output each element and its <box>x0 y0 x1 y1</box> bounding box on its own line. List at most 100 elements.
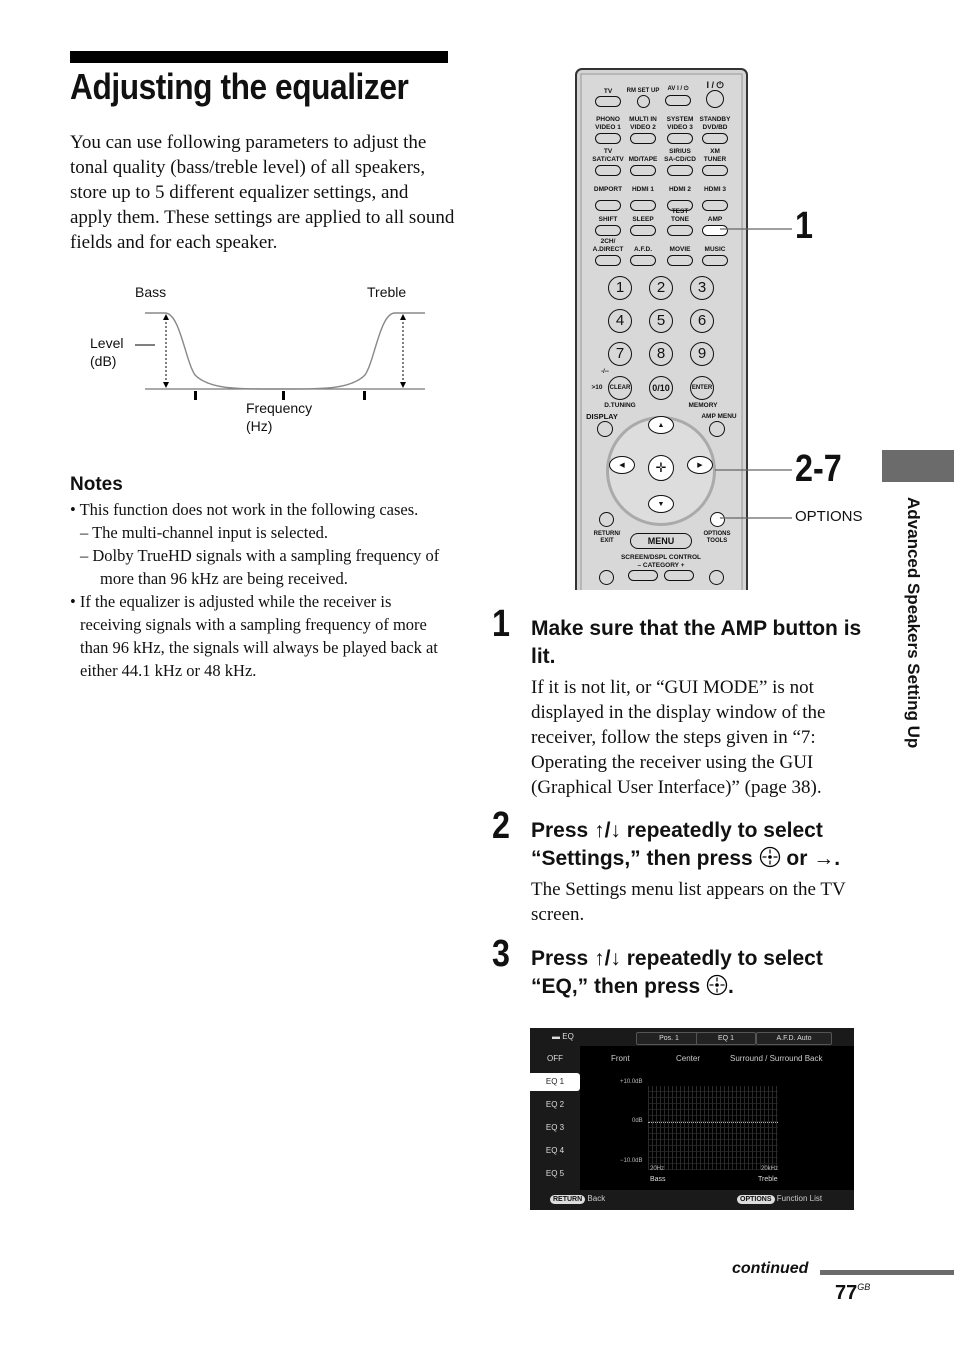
remote-left-button[interactable]: ◀ <box>609 456 635 474</box>
remote-function-button[interactable] <box>595 255 621 266</box>
gui-menu-item[interactable]: EQ 4 <box>530 1142 580 1160</box>
remote-label: TUNER <box>703 156 727 163</box>
callout-steps-2-7: 2-7 <box>795 448 842 490</box>
gui-menu-item[interactable]: EQ 2 <box>530 1096 580 1114</box>
remote-label: VIDEO 2 <box>630 124 656 131</box>
remote-digit-button[interactable]: 4 <box>608 309 632 333</box>
remote-label: A.F.D. <box>633 246 653 253</box>
remote-label: SLEEP <box>632 216 654 223</box>
step-1-heading: Make sure that the AMP button is lit. <box>531 617 862 668</box>
gui-menu-item[interactable]: EQ 3 <box>530 1119 580 1137</box>
notes-list: • This function does not work in the fol… <box>70 498 455 682</box>
remote-function-button[interactable] <box>595 225 621 236</box>
remote-hdmi-button[interactable] <box>630 200 656 211</box>
return-button-icon: RETURN <box>550 1195 586 1204</box>
remote-menu-button[interactable]: MENU <box>630 533 692 549</box>
remote-digit-button[interactable]: 8 <box>649 342 673 366</box>
gui-footer: RETURN Back OPTIONS Function List <box>530 1190 854 1210</box>
gui-col-center[interactable]: Center <box>676 1054 700 1063</box>
remote-input-button[interactable] <box>630 165 656 176</box>
remote-input-button[interactable] <box>595 133 621 144</box>
remote-label: >10 <box>591 384 603 391</box>
step-1-body: If it is not lit, or “GUI MODE” is not d… <box>531 677 826 798</box>
gui-menu-item[interactable]: EQ 5 <box>530 1165 580 1183</box>
gui-tab-position[interactable]: Pos. 1 <box>636 1032 702 1045</box>
remote-input-button[interactable] <box>630 133 656 144</box>
step-3-number: 3 <box>492 933 510 975</box>
step-2-text: . <box>834 847 841 870</box>
remote-enter-center-button[interactable]: ✛ <box>648 455 674 481</box>
gui-treble-label[interactable]: Treble <box>758 1176 778 1183</box>
note-subitem: – The multi-channel input is selected. <box>80 523 329 542</box>
remote-input-button[interactable] <box>595 165 621 176</box>
remote-label: VIDEO 3 <box>667 124 693 131</box>
remote-up-button[interactable]: ▲ <box>648 416 674 434</box>
treble-arrow-up <box>400 314 406 320</box>
step-2-number: 2 <box>492 805 510 847</box>
page-title: Adjusting the equalizer <box>70 66 409 107</box>
remote-label: SAT/CATV <box>592 156 624 163</box>
remote-input-button[interactable] <box>702 165 728 176</box>
remote-input-button[interactable] <box>667 165 693 176</box>
gui-bass-label[interactable]: Bass <box>650 1176 666 1183</box>
remote-clear-button[interactable]: CLEAR <box>608 376 632 400</box>
remote-av-power-button[interactable] <box>665 95 691 106</box>
remote-digit-button[interactable]: 7 <box>608 342 632 366</box>
gui-tab-afd[interactable]: A.F.D. Auto <box>756 1032 832 1045</box>
remote-digit-button[interactable]: 2 <box>649 276 673 300</box>
remote-label: DISPLAY <box>586 412 618 421</box>
remote-hdmi-button[interactable] <box>702 200 728 211</box>
remote-next-button[interactable] <box>708 570 724 585</box>
toolbox-icon: ▬ <box>552 1032 563 1041</box>
eq-gui-screenshot: ▬ EQ Pos. 1 EQ 1 A.F.D. Auto OFF EQ 1 EQ… <box>530 1028 854 1210</box>
remote-prev-button[interactable] <box>598 570 614 585</box>
gui-col-surround[interactable]: Surround / Surround Back <box>730 1054 823 1063</box>
remote-label: HDMI 3 <box>703 186 727 193</box>
remote-category-minus-button[interactable] <box>628 570 658 581</box>
remote-function-button[interactable] <box>667 255 693 266</box>
callout-step-1: 1 <box>795 205 813 247</box>
section-tab-label: Advanced Speakers Setting Up <box>904 497 923 749</box>
callout-lines <box>715 228 792 519</box>
tick-mark <box>282 391 285 400</box>
remote-label: 2CH/ <box>600 238 616 245</box>
remote-label: TV <box>603 148 613 155</box>
remote-label: MULTI IN <box>629 116 657 123</box>
remote-input-button[interactable] <box>702 133 728 144</box>
gui-col-front[interactable]: Front <box>611 1054 630 1063</box>
remote-display-button[interactable] <box>597 421 613 437</box>
gui-tab-eq[interactable]: EQ 1 <box>696 1032 756 1045</box>
remote-label: RM SET UP <box>626 88 660 94</box>
remote-zero-button[interactable]: 0/10 <box>649 376 673 400</box>
gui-title: ▬ EQ <box>552 1032 574 1041</box>
eq-curve-graphic <box>135 312 425 400</box>
note-item: • If the equalizer is adjusted while the… <box>70 592 438 680</box>
remote-label: TONE <box>671 216 689 223</box>
remote-category-plus-button[interactable] <box>664 570 694 581</box>
intro-paragraph: You can use following parameters to adju… <box>70 132 455 253</box>
remote-function-button[interactable] <box>667 225 693 236</box>
remote-input-button[interactable] <box>667 133 693 144</box>
gui-menu-item-selected[interactable]: EQ 1 <box>530 1073 580 1091</box>
remote-digit-button[interactable]: 5 <box>649 309 673 333</box>
step-2-heading: Press ↑/↓ repeatedly to select “Settings… <box>531 817 876 876</box>
gui-x-left: 20Hz <box>650 1166 665 1172</box>
remote-power-button[interactable] <box>706 90 724 108</box>
gui-menu-item[interactable]: OFF <box>530 1050 580 1068</box>
remote-label: SYSTEM <box>666 116 694 123</box>
remote-label: SIRIUS <box>669 148 691 155</box>
remote-hdmi-button[interactable] <box>595 200 621 211</box>
remote-function-button[interactable] <box>630 255 656 266</box>
remote-return-button[interactable] <box>598 512 614 527</box>
remote-rm-setup-button[interactable] <box>636 95 650 108</box>
remote-function-button[interactable] <box>630 225 656 236</box>
remote-label: XM <box>710 148 720 155</box>
remote-down-button[interactable]: ▼ <box>648 495 674 513</box>
remote-tv-button[interactable] <box>595 96 621 107</box>
note-item: • This function does not work in the fol… <box>70 500 419 519</box>
remote-label: SCREEN/DSPL CONTROL <box>620 554 702 561</box>
gui-x-right: 20kHz <box>761 1166 779 1172</box>
up-down-arrow-icon: ↑/↓ <box>594 819 621 842</box>
gui-back-hint: RETURN Back <box>550 1194 605 1204</box>
remote-digit-button[interactable]: 1 <box>608 276 632 300</box>
